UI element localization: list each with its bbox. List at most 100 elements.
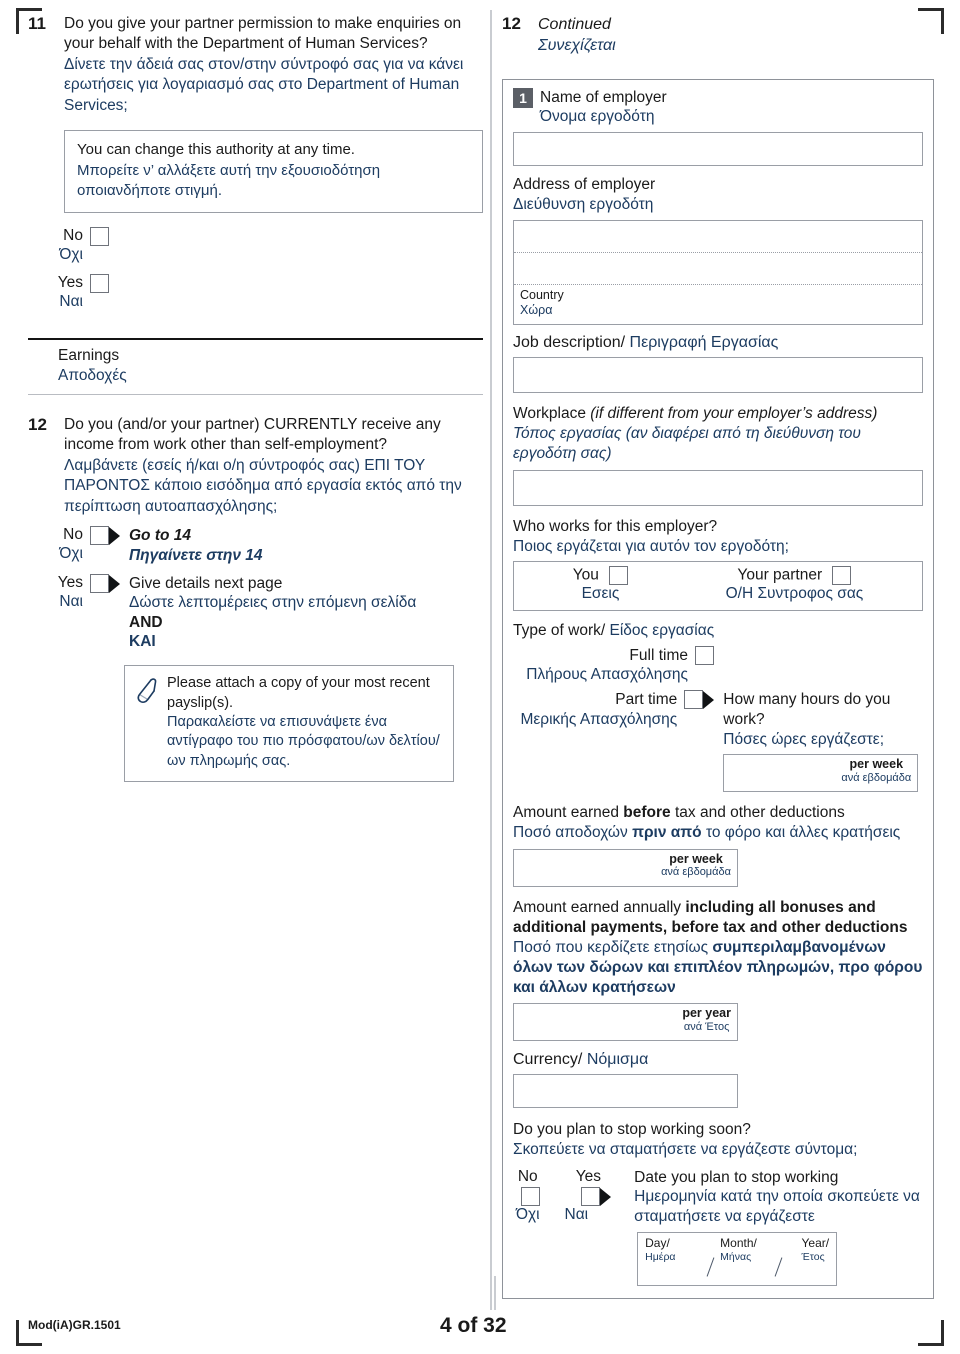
job-description-label: Job description/ Περιγραφή Εργασίας: [513, 334, 923, 352]
q12-no-checkbox[interactable]: [90, 526, 109, 546]
amt-before-en-post: tax and other deductions: [670, 804, 845, 822]
arrow-right-icon: [600, 1187, 612, 1206]
footer-divider-tick: [494, 1276, 496, 1310]
amount-annual-input[interactable]: per year ανά Έτος: [513, 1003, 738, 1042]
q12-no-action: Go to 14 Πηγαίνετε στην 14: [109, 526, 262, 565]
question-12-number: 12: [28, 414, 47, 434]
hours-unit-greek: ανά εβδομάδα: [841, 771, 912, 784]
who-works-option-partner[interactable]: Your partner Ο/Η Συντροφος σας: [726, 565, 863, 604]
employer-country-input[interactable]: Country Χώρα: [514, 285, 922, 324]
q11-option-no-label: No Όχι: [36, 227, 90, 265]
employer-address-line2-input[interactable]: [514, 253, 922, 285]
q12-no-checkbox-wrap[interactable]: [90, 526, 120, 546]
employer-address-english: Address of employer: [513, 176, 656, 194]
amount-before-tax-input[interactable]: per week ανά εβδομάδα: [513, 848, 738, 887]
question-12-text: Do you (and/or your partner) CURRENTLY r…: [64, 415, 483, 517]
stop-no-checkbox[interactable]: [520, 1186, 540, 1206]
earnings-english: Earnings: [58, 346, 120, 364]
earnings-section-header: Earnings Αποδοχές: [28, 337, 483, 395]
q12-no-greek: Όχι: [59, 545, 83, 563]
q12-and-greek: ΚΑΙ: [129, 633, 156, 651]
type-of-work-label: Type of work/ Είδος εργασίας: [513, 622, 923, 640]
part-time-checkbox-wrap[interactable]: [684, 690, 715, 792]
q11-yes-checkbox[interactable]: [90, 273, 109, 293]
authority-note-greek: Μπορείτε ν’ αλλάξετε αυτή την εξουσιοδότ…: [77, 161, 381, 199]
stop-yes-greek: Ναι: [564, 1206, 589, 1224]
column-divider: [490, 10, 492, 1310]
full-time-greek: Πλήρους Απασχόλησης: [526, 665, 688, 683]
job-description-english: Job description/: [513, 334, 626, 352]
stop-working-label: Do you plan to stop working soon? Σκοπεύ…: [513, 1120, 923, 1160]
authority-note-box: You can change this authority at any tim…: [64, 130, 483, 214]
workplace-input[interactable]: [513, 469, 923, 506]
stop-no-greek: Όχι: [515, 1206, 540, 1224]
workplace-english-italic: (if different from your employer’s addre…: [590, 405, 878, 423]
q11-no-greek: Όχι: [59, 245, 83, 263]
amount-annual-unit: per year ανά Έτος: [682, 1006, 731, 1033]
q11-option-no[interactable]: No Όχι: [36, 227, 483, 265]
employer-address-line1-input[interactable]: [514, 221, 922, 253]
type-of-work-english: Type of work/: [513, 621, 606, 639]
stop-working-english: Do you plan to stop working soon?: [513, 1121, 751, 1139]
job-description-input[interactable]: [513, 357, 923, 394]
amt-before-gr-bold: πριν από: [632, 824, 702, 842]
q12-no-english: No: [63, 526, 83, 544]
attach-greek: Παρακαλείστε να επισυνάψετε ένα αντίγραφ…: [167, 714, 440, 769]
part-time-greek: Μερικής Απασχόλησης: [520, 710, 678, 728]
date-header-month: Month/Μήνας: [720, 1235, 757, 1263]
q11-option-yes[interactable]: Yes Ναι: [36, 273, 483, 312]
question-11-english: Do you give your partner permission to m…: [64, 15, 462, 53]
amt-annual-unit-en: per year: [682, 1006, 731, 1021]
q12-yes-action-english: Give details next page: [129, 574, 283, 592]
q11-no-checkbox[interactable]: [90, 227, 109, 247]
crop-mark-bottom-right: [918, 1320, 944, 1346]
stop-option-no[interactable]: No Όχι: [513, 1168, 543, 1225]
country-english: Country: [520, 287, 564, 302]
who-you-greek: Εσεις: [581, 584, 620, 602]
who-works-option-you[interactable]: You Εσεις: [572, 565, 629, 604]
stop-yes-checkbox-wrap[interactable]: [581, 1186, 612, 1207]
employer-address-greek: Διεύθυνση εργοδότη: [513, 196, 654, 214]
stop-working-greek: Σκοπεύετε να σταματήσετε να εργάζεστε σύ…: [513, 1141, 858, 1159]
attach-payslip-text: Please attach a copy of your most recent…: [167, 674, 443, 770]
who-you-checkbox[interactable]: [609, 565, 629, 585]
q12-yes-checkbox-wrap[interactable]: [90, 573, 120, 593]
q11-yes-greek: Ναι: [59, 292, 83, 310]
employer-name-english: Name of employer: [540, 88, 667, 106]
amt-before-unit-gr: ανά εβδομάδα: [661, 866, 731, 878]
q12-yes-checkbox[interactable]: [90, 573, 109, 593]
question-11: 11 Do you give your partner permission t…: [28, 14, 483, 116]
arrow-right-icon: [109, 527, 120, 546]
part-time-checkbox[interactable]: [684, 690, 704, 710]
stop-yes-checkbox[interactable]: [581, 1186, 601, 1206]
q11-no-english: No: [63, 227, 83, 245]
workplace-english-bold: Workplace: [513, 405, 586, 423]
full-time-english: Full time: [629, 646, 688, 664]
who-works-options: You Εσεις Your partner Ο/Η Συντροφος σας: [513, 560, 923, 611]
employer-name-input[interactable]: [513, 132, 923, 167]
employer-name-label: Name of employer Όνομα εργοδότη: [540, 88, 667, 128]
q12-and-english: AND: [129, 613, 163, 631]
employer-address-label: Address of employer Διεύθυνση εργοδότη: [513, 175, 923, 215]
type-of-work-part-time[interactable]: Part time Μερικής Απασχόλησης How many h…: [513, 690, 923, 793]
who-works-greek: Ποιος εργάζεται για αυτόν τον εργοδότη;: [513, 537, 789, 555]
hours-unit-english: per week: [849, 757, 904, 772]
stop-no-english: No: [517, 1167, 538, 1185]
stop-date-input[interactable]: Day/Ημέρα Month/Μήνας Year/Έτος: [637, 1231, 838, 1286]
who-you-english: You: [572, 566, 599, 584]
who-works-label: Who works for this employer? Ποιος εργάζ…: [513, 517, 923, 557]
stop-option-yes[interactable]: Yes Ναι: [565, 1168, 613, 1226]
hours-unit: per week ανά εβδομάδα: [841, 757, 911, 784]
q12-yes-english: Yes: [57, 573, 83, 591]
left-column: 11 Do you give your partner permission t…: [28, 14, 483, 782]
full-time-checkbox[interactable]: [695, 645, 714, 665]
q12-option-yes[interactable]: Yes Ναι Give details next page Δώστε λεπ…: [36, 573, 483, 652]
q12-option-no[interactable]: No Όχι Go to 14 Πηγαίνετε στην 14: [36, 526, 483, 565]
type-of-work-full-time[interactable]: Full time Πλήρους Απασχόλησης: [513, 645, 923, 685]
full-time-label: Full time Πλήρους Απασχόλησης: [513, 646, 695, 685]
who-partner-checkbox[interactable]: [832, 565, 852, 585]
currency-input[interactable]: [513, 1074, 738, 1109]
amt-before-unit-en: per week: [669, 851, 723, 866]
hours-input[interactable]: per week ανά εβδομάδα: [723, 754, 919, 793]
amt-annual-unit-gr: ανά Έτος: [683, 1020, 730, 1033]
